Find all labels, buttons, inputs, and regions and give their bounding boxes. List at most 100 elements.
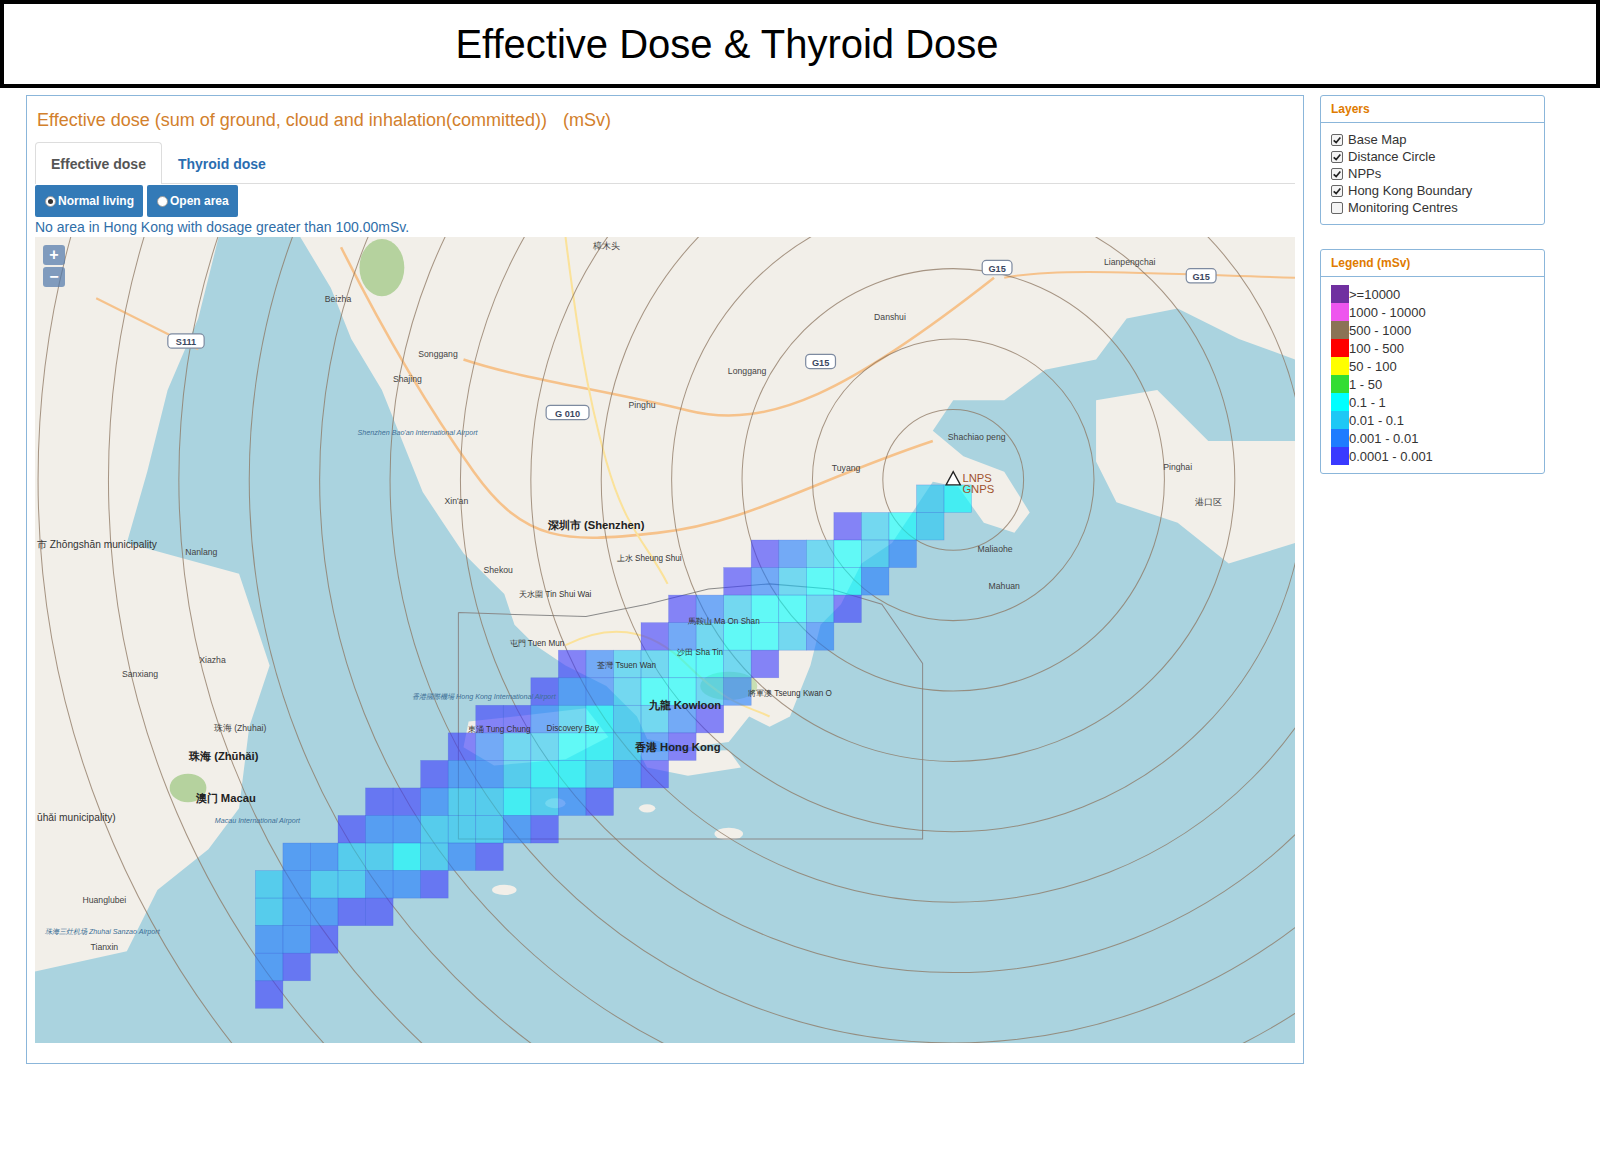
distance-circle [672,237,1235,761]
plume-cell [283,953,311,981]
place-label: Pinghu [629,400,656,410]
mode-radio-button[interactable]: Open area [147,185,238,217]
layer-checkbox-row[interactable]: Base Map [1331,131,1534,148]
tab[interactable]: Thyroid dose [162,142,282,184]
distance-circle [249,237,1295,1043]
svg-text:G 010: G 010 [555,409,580,419]
plume-cell [448,843,476,871]
plume-cell [806,540,834,568]
zoom-out-button[interactable]: − [43,267,65,287]
road [1004,272,1295,278]
place-label: Shenzhen Bao'an International Airport [358,429,479,437]
plume-cell [366,843,394,871]
plume-cell [806,568,834,596]
plume-cell [283,898,311,926]
place-label: Songgang [418,349,458,359]
content: Effective dose (sum of ground, cloud and… [0,88,1600,1064]
plume-cell [751,568,779,596]
distance-circle [531,237,1295,902]
mode-radio-button[interactable]: Normal living [35,185,143,217]
road-shield: G15 [982,260,1012,274]
plume-cell [310,898,338,926]
plume-cell [393,788,421,816]
plume-cell [503,760,531,788]
road [464,278,995,416]
plume-cell [421,843,449,871]
distance-circle [883,409,1024,550]
checkbox-icon[interactable] [1331,151,1343,163]
place-label: Xin'an [444,496,468,506]
plume-cell [503,815,531,843]
plume-cell [393,843,421,871]
page: Effective Dose & Thyroid DoseEffective d… [0,0,1600,1160]
plume-cell [255,871,283,899]
layer-checkbox-row[interactable]: Hong Kong Boundary [1331,182,1534,199]
plume-cell [724,568,752,596]
checkbox-icon[interactable] [1331,168,1343,180]
land [1096,390,1295,563]
plume-cell [806,595,834,623]
map-canvas[interactable]: 樟木头BeizhaSonggangShajingPinghuLonggangDa… [35,237,1295,1043]
plume-cell [861,568,889,596]
place-label: 屯門 Tuen Mun [510,639,565,648]
plume-cell [834,595,862,623]
map[interactable]: 樟木头BeizhaSonggangShajingPinghuLonggangDa… [35,237,1295,1043]
plume-cell [806,623,834,651]
plume-cell [558,650,586,678]
distance-circle [460,237,1295,973]
legend-swatch [1331,411,1349,429]
plume-cell [889,512,917,540]
place-label: Shachiao peng [948,432,1006,442]
plume-cell [503,788,531,816]
notice: No area in Hong Kong with dosage greater… [35,217,1295,237]
checkbox-icon[interactable] [1331,202,1343,214]
plume-cell [283,843,311,871]
plume-cell [558,788,586,816]
plume-cell [421,871,449,899]
tab[interactable]: Effective dose [35,142,162,184]
plume-cell [613,760,641,788]
svg-text:G15: G15 [1192,272,1209,282]
legend-swatch [1331,285,1349,303]
plume-cell [283,926,311,954]
place-label: 東涌 Tung Chung [468,725,531,734]
place-label: 珠海三灶机场 Zhuhai Sanzao Airport [45,928,161,936]
plume-cell [366,898,394,926]
layer-checkbox-row[interactable]: Distance Circle [1331,148,1534,165]
place-label: Macau International Airport [215,817,301,825]
radio-icon [157,196,168,207]
place-label: Lianpengchai [1104,257,1156,267]
legend-item: >=10000 [1331,285,1534,303]
layer-checkbox-row[interactable]: Monitoring Centres [1331,199,1534,216]
npp-label: LNPS [962,472,991,484]
plume-cell [255,926,283,954]
layer-checkbox-row[interactable]: NPPs [1331,165,1534,182]
place-label: 市 Zhōngshān municipality [37,539,158,550]
radio-icon [45,196,56,207]
place-label: 樟木头 [592,241,620,251]
plume-cell [338,815,366,843]
plume-cell [476,733,504,761]
dose-plume [255,485,971,1008]
legend-swatch [1331,429,1349,447]
plume-cell [558,733,586,761]
place-label: Shajing [393,374,422,384]
zoom-in-button[interactable]: + [43,245,65,265]
land [35,237,270,972]
checkbox-icon[interactable] [1331,134,1343,146]
distance-circle [812,339,1094,621]
npp-marker: LNPSGNPS [946,472,994,495]
island [639,804,655,812]
plume-cell [448,733,476,761]
place-label: Huanglubei [82,895,126,905]
place-label: Mahuan [989,581,1020,591]
checkbox-icon[interactable] [1331,185,1343,197]
plume-cell [751,623,779,651]
page-title: Effective Dose & Thyroid Dose [0,0,1600,88]
sea [35,237,1295,1043]
plume-cell [448,815,476,843]
distance-circle [108,237,1295,1043]
legend-item: 500 - 1000 [1331,321,1534,339]
plume-cell [531,788,559,816]
plume-cell [476,843,504,871]
